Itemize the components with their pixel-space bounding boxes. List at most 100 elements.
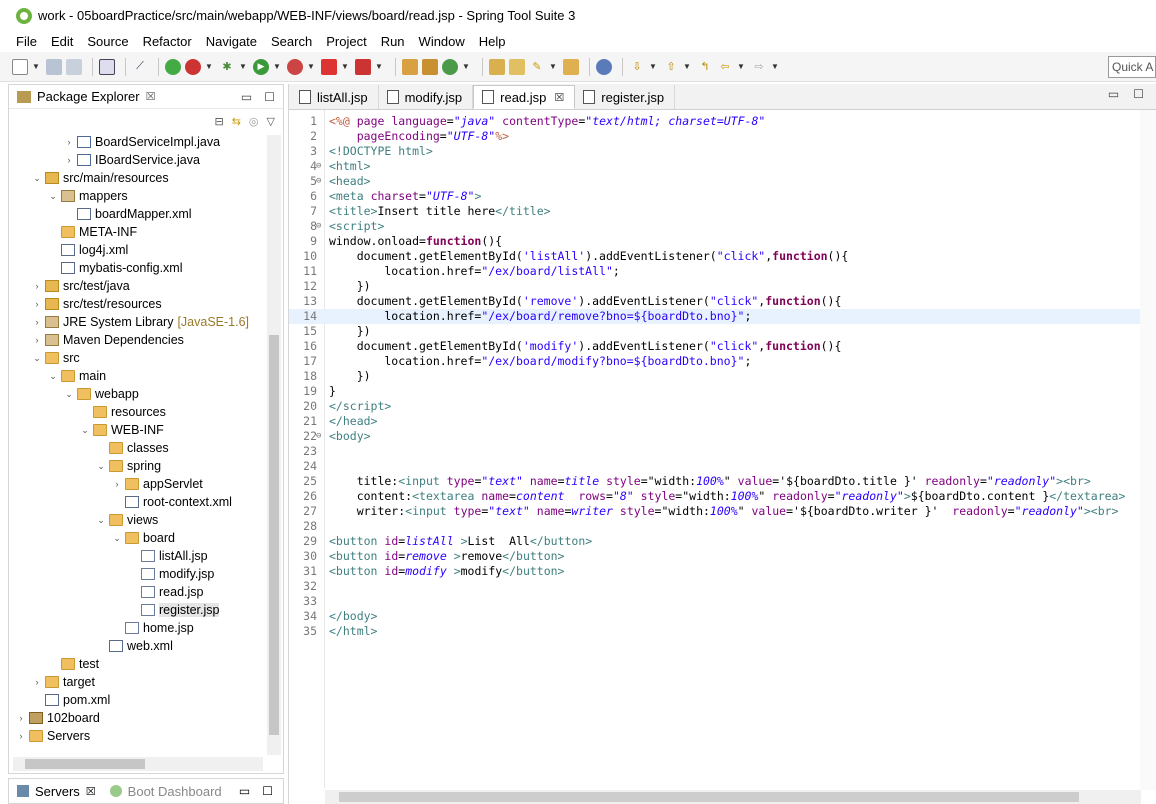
editor-tab-modify[interactable]: modify.jsp xyxy=(379,85,474,109)
new-dropdown-icon[interactable]: ▼ xyxy=(32,62,40,71)
external-tools-icon[interactable] xyxy=(355,58,371,75)
code-line[interactable]: 20 </script> xyxy=(289,399,1156,414)
tree-item[interactable]: listAll.jsp xyxy=(9,547,267,565)
tree-item[interactable]: ⌄ webapp xyxy=(9,385,267,403)
tree-item[interactable]: › 102board xyxy=(9,709,267,727)
code-line[interactable]: 28 xyxy=(289,519,1156,534)
pen-dropdown-icon[interactable]: ▼ xyxy=(549,62,557,71)
collapsed-arrow-icon[interactable]: › xyxy=(15,731,27,741)
next-annotation-icon[interactable]: ⇩ xyxy=(629,59,645,75)
save-all-icon[interactable] xyxy=(66,58,82,75)
code-line[interactable]: 10 document.getElementById('listAll').ad… xyxy=(289,249,1156,264)
code-line[interactable]: 11 location.href="/ex/board/listAll"; xyxy=(289,264,1156,279)
focus-icon[interactable]: ◎ xyxy=(249,115,259,128)
menu-navigate[interactable]: Navigate xyxy=(206,34,257,49)
new-class-dropdown-icon[interactable]: ▼ xyxy=(462,62,470,71)
code-line[interactable]: 24 xyxy=(289,459,1156,474)
collapse-all-icon[interactable]: ⊟ xyxy=(214,115,223,128)
tree-item[interactable]: ⌄ WEB-INF xyxy=(9,421,267,439)
stop-icon[interactable] xyxy=(321,58,337,75)
debug-icon[interactable]: ✱ xyxy=(219,59,235,75)
expanded-arrow-icon[interactable]: ⌄ xyxy=(63,389,75,400)
code-line[interactable]: 19} xyxy=(289,384,1156,399)
boot-relaunch-icon[interactable] xyxy=(185,58,201,75)
tree-horizontal-scrollbar[interactable] xyxy=(13,757,263,771)
close-icon[interactable]: ☒ xyxy=(146,90,156,103)
code-line[interactable]: 35 </html> xyxy=(289,624,1156,639)
coverage-icon[interactable] xyxy=(287,58,303,75)
menu-file[interactable]: File xyxy=(16,34,37,49)
maximize-icon[interactable]: ☐ xyxy=(1133,87,1144,101)
package-explorer-tab[interactable]: Package Explorer ☒ xyxy=(17,89,156,104)
open-type-icon[interactable] xyxy=(489,58,505,75)
close-icon[interactable]: ☒ xyxy=(86,785,96,798)
tree-item[interactable]: pom.xml xyxy=(9,691,267,709)
expanded-arrow-icon[interactable]: ⌄ xyxy=(79,425,91,436)
globe-icon[interactable] xyxy=(596,58,612,75)
code-line[interactable]: 25 title:<input type="text" name=title s… xyxy=(289,474,1156,489)
code-line[interactable]: 14 location.href="/ex/board/remove?bno=$… xyxy=(289,309,1156,324)
expanded-arrow-icon[interactable]: ⌄ xyxy=(47,371,59,382)
next-annotation-dropdown-icon[interactable]: ▼ xyxy=(649,62,657,71)
expanded-arrow-icon[interactable]: ⌄ xyxy=(95,515,107,526)
code-line[interactable]: 15 }) xyxy=(289,324,1156,339)
tree-item[interactable]: home.jsp xyxy=(9,619,267,637)
code-line[interactable]: 1 <%@ page language="java" contentType="t… xyxy=(289,114,1156,129)
code-area[interactable]: 1 <%@ page language="java" contentType="t… xyxy=(289,110,1156,788)
tree-item[interactable]: › JRE System Library [JavaSE-1.6] xyxy=(9,313,267,331)
tree-item[interactable]: test xyxy=(9,655,267,673)
prev-annotation-dropdown-icon[interactable]: ▼ xyxy=(683,62,691,71)
back-dropdown-icon[interactable]: ▼ xyxy=(737,62,745,71)
maximize-icon[interactable]: ☐ xyxy=(262,784,273,798)
tree-item[interactable]: › src/test/java xyxy=(9,277,267,295)
expanded-arrow-icon[interactable]: ⌄ xyxy=(31,173,43,184)
servers-tab[interactable]: Servers ☒ xyxy=(17,784,96,799)
tree-item[interactable]: ⌄ src/main/resources xyxy=(9,169,267,187)
fold-toggle-icon[interactable]: ⊖ xyxy=(316,159,326,174)
new-icon[interactable] xyxy=(12,58,28,75)
menu-search[interactable]: Search xyxy=(271,34,312,49)
tree-item[interactable]: ⌄ spring xyxy=(9,457,267,475)
debug-dropdown-icon[interactable]: ▼ xyxy=(239,62,247,71)
expanded-arrow-icon[interactable]: ⌄ xyxy=(31,353,43,364)
collapsed-arrow-icon[interactable]: › xyxy=(63,155,75,165)
code-line[interactable]: 4 ⊖ <html> xyxy=(289,159,1156,174)
code-line[interactable]: 2 pageEncoding="UTF-8"%> xyxy=(289,129,1156,144)
tree-item[interactable]: › target xyxy=(9,673,267,691)
code-line[interactable]: 21 </head> xyxy=(289,414,1156,429)
pen-icon[interactable]: ✎ xyxy=(529,59,545,75)
fold-toggle-icon[interactable]: ⊖ xyxy=(316,219,326,234)
code-line[interactable]: 31 <button id=modify >modify</button> xyxy=(289,564,1156,579)
coverage-dropdown-icon[interactable]: ▼ xyxy=(307,62,315,71)
save-icon[interactable] xyxy=(46,58,62,75)
relaunch-dropdown-icon[interactable]: ▼ xyxy=(205,62,213,71)
tree-item[interactable]: web.xml xyxy=(9,637,267,655)
tree-item[interactable]: ⌄ board xyxy=(9,529,267,547)
skip-breakpoints-icon[interactable]: ⟋ xyxy=(132,59,148,75)
code-line[interactable]: 33 xyxy=(289,594,1156,609)
menu-source[interactable]: Source xyxy=(87,34,128,49)
collapsed-arrow-icon[interactable]: › xyxy=(111,479,123,489)
code-line[interactable]: 5 ⊖ <head> xyxy=(289,174,1156,189)
minimize-icon[interactable]: ▭ xyxy=(241,90,252,104)
code-line[interactable]: 34 </body> xyxy=(289,609,1156,624)
code-line[interactable]: 18 }) xyxy=(289,369,1156,384)
code-line[interactable]: 7 <title>Insert title here</title> xyxy=(289,204,1156,219)
terminal-icon[interactable] xyxy=(99,58,115,75)
expanded-arrow-icon[interactable]: ⌄ xyxy=(111,533,123,544)
tree-item[interactable]: › Servers xyxy=(9,727,267,745)
tree-item[interactable]: › IBoardService.java xyxy=(9,151,267,169)
tree-item[interactable]: ⌄ mappers xyxy=(9,187,267,205)
code-line[interactable]: 17 location.href="/ex/board/modify?bno=$… xyxy=(289,354,1156,369)
forward-icon[interactable]: ⇨ xyxy=(751,59,767,75)
last-edit-icon[interactable]: ↰ xyxy=(697,59,713,75)
tree-item[interactable]: register.jsp xyxy=(9,601,267,619)
code-line[interactable]: 29 <button id=listAll >List All</button> xyxy=(289,534,1156,549)
new-package-icon[interactable] xyxy=(422,58,438,75)
open-folder-icon[interactable] xyxy=(563,58,579,75)
code-line[interactable]: 8 ⊖ <script> xyxy=(289,219,1156,234)
forward-dropdown-icon[interactable]: ▼ xyxy=(771,62,779,71)
editor-tab-read[interactable]: read.jsp ☒ xyxy=(473,85,576,109)
code-line[interactable]: 16 document.getElementById('modify').add… xyxy=(289,339,1156,354)
minimize-icon[interactable]: ▭ xyxy=(1108,87,1119,101)
